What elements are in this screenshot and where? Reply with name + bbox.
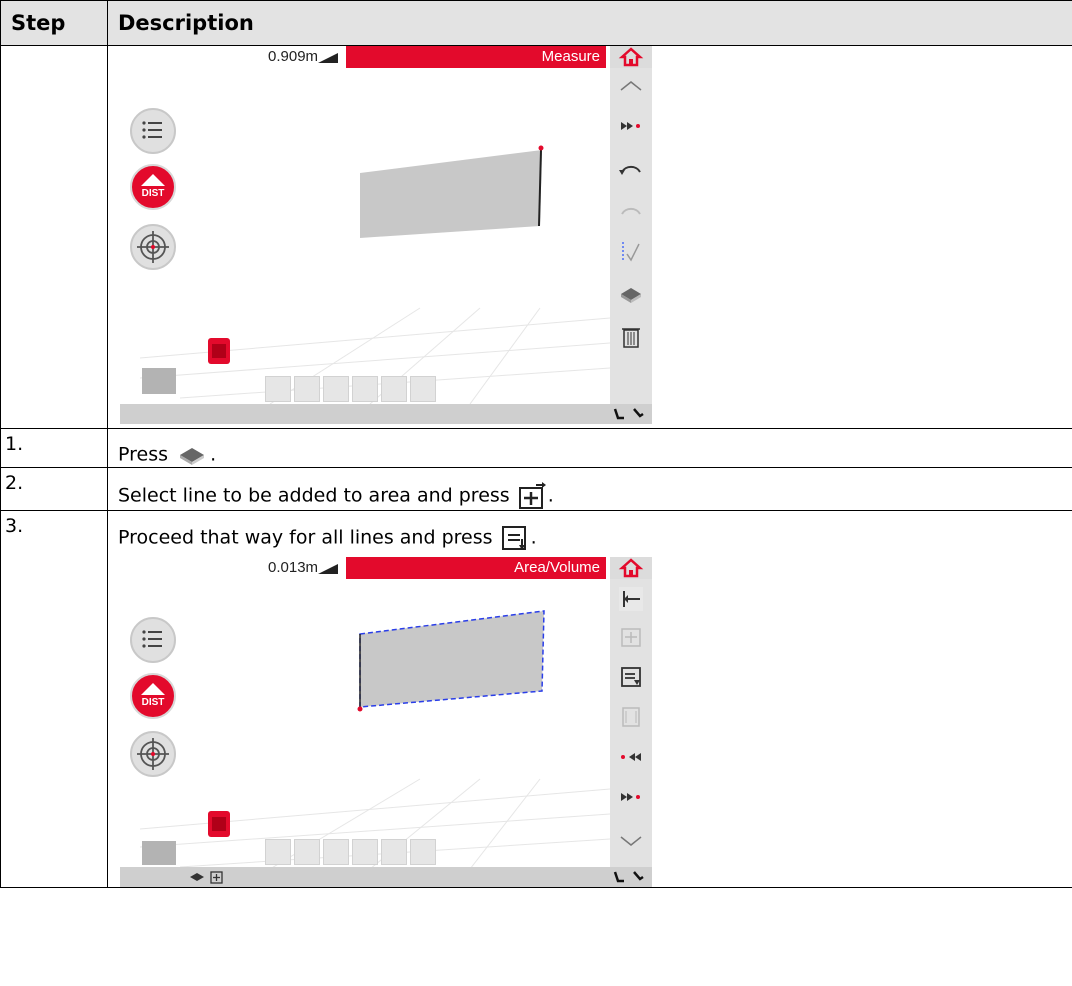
- scroll-up-button[interactable]: [613, 68, 649, 104]
- exit-icon[interactable]: [613, 581, 649, 617]
- step-description: Press .: [107, 428, 1072, 468]
- bottom-status-bar: [120, 867, 652, 887]
- rotate-button[interactable]: [381, 839, 407, 865]
- pan-button[interactable]: [352, 839, 378, 865]
- step-text: Proceed that way for all lines and press: [118, 526, 493, 549]
- zoom-fit-button[interactable]: [323, 839, 349, 865]
- list-icon: [142, 121, 162, 139]
- dist-button[interactable]: DIST: [130, 673, 176, 719]
- table-row: 3. Proceed that way for all lines and pr…: [0, 510, 1072, 888]
- zoom-button[interactable]: [294, 839, 320, 865]
- finish-list-icon[interactable]: [613, 659, 649, 695]
- area-drawing: [139, 610, 610, 869]
- step-text-end: .: [547, 484, 554, 507]
- dist-button[interactable]: DIST: [130, 164, 176, 210]
- bottom-status-bar: [120, 404, 652, 424]
- rotate-button[interactable]: [381, 376, 407, 402]
- dist-label: DIST: [141, 697, 165, 708]
- area-volume-screen: 0.013m Area/Volume DIST: [120, 557, 652, 887]
- add-line-icon: [518, 482, 546, 509]
- step-text: Press: [118, 443, 169, 466]
- home-icon: [618, 47, 644, 67]
- list-button[interactable]: [130, 617, 176, 663]
- home-button[interactable]: [610, 46, 652, 68]
- scroll-down-button[interactable]: [613, 823, 649, 859]
- top-bar: 0.013m Area/Volume: [120, 557, 652, 579]
- forward-icon[interactable]: [613, 779, 649, 815]
- check-icon[interactable]: [613, 234, 649, 270]
- view-button[interactable]: [410, 376, 436, 402]
- measure-screen: 0.909m Measure DIST: [120, 46, 652, 424]
- table-row: 2. Select line to be added to area and p…: [0, 467, 1072, 511]
- redo-icon[interactable]: [613, 192, 649, 228]
- zoom-window-button[interactable]: [265, 376, 291, 402]
- connection-icon: [613, 871, 644, 883]
- view-button[interactable]: [410, 839, 436, 865]
- step-description: Proceed that way for all lines and press…: [107, 510, 1072, 888]
- step-cell-empty: [0, 45, 108, 429]
- description-column-header: Description: [107, 0, 1072, 46]
- screen-title: Measure: [346, 46, 606, 68]
- delete-icon[interactable]: [613, 318, 649, 354]
- step-text-end: .: [530, 526, 537, 549]
- distance-readout: 0.013m: [268, 559, 319, 576]
- tilt-icon: [318, 564, 338, 574]
- target-button[interactable]: [130, 224, 176, 270]
- undo-icon[interactable]: [613, 150, 649, 186]
- step-number: 2.: [0, 467, 108, 511]
- target-button[interactable]: [130, 731, 176, 777]
- step-number: 3.: [0, 510, 108, 888]
- list-icon: [142, 630, 162, 648]
- table-row: 0.909m Measure DIST: [0, 45, 1072, 429]
- zoom-button[interactable]: [294, 376, 320, 402]
- dist-arrow-icon: [141, 174, 165, 186]
- step-text: Select line to be added to area and pres…: [118, 484, 510, 507]
- distance-readout: 0.909m: [268, 48, 319, 65]
- area-drawing: [139, 145, 610, 404]
- home-icon: [618, 558, 644, 578]
- crosshair-icon: [137, 231, 169, 263]
- step-description: Select line to be added to area and pres…: [107, 467, 1072, 511]
- area-mode-icon: [190, 871, 223, 884]
- crosshair-icon: [137, 738, 169, 770]
- step-text-end: .: [210, 443, 217, 466]
- step-column-header: Step: [0, 0, 108, 46]
- dist-label: DIST: [141, 188, 165, 199]
- home-button[interactable]: [610, 557, 652, 579]
- right-toolbar: [610, 579, 652, 867]
- table-header-row: Step Description: [0, 0, 1072, 46]
- table-row: 1. Press .: [0, 428, 1072, 468]
- description-cell-screen1: 0.909m Measure DIST: [107, 45, 1072, 429]
- forward-icon[interactable]: [613, 108, 649, 144]
- volume-icon[interactable]: [613, 699, 649, 735]
- screen-title: Area/Volume: [346, 557, 606, 579]
- area-volume-icon: [180, 448, 205, 465]
- instruction-table: Step Description 0.909m Measure DIST 1. …: [0, 0, 1072, 888]
- list-button[interactable]: [130, 108, 176, 154]
- rewind-icon[interactable]: [613, 739, 649, 775]
- zoom-window-button[interactable]: [265, 839, 291, 865]
- add-line-icon[interactable]: [613, 619, 649, 655]
- connection-icon: [613, 408, 644, 420]
- area-volume-icon[interactable]: [613, 276, 649, 312]
- right-toolbar: [610, 68, 652, 404]
- tilt-icon: [318, 53, 338, 63]
- finish-list-icon: [501, 526, 526, 550]
- step-number: 1.: [0, 428, 108, 468]
- top-bar: 0.909m Measure: [120, 46, 652, 68]
- pan-button[interactable]: [352, 376, 378, 402]
- dist-arrow-icon: [141, 683, 165, 695]
- zoom-fit-button[interactable]: [323, 376, 349, 402]
